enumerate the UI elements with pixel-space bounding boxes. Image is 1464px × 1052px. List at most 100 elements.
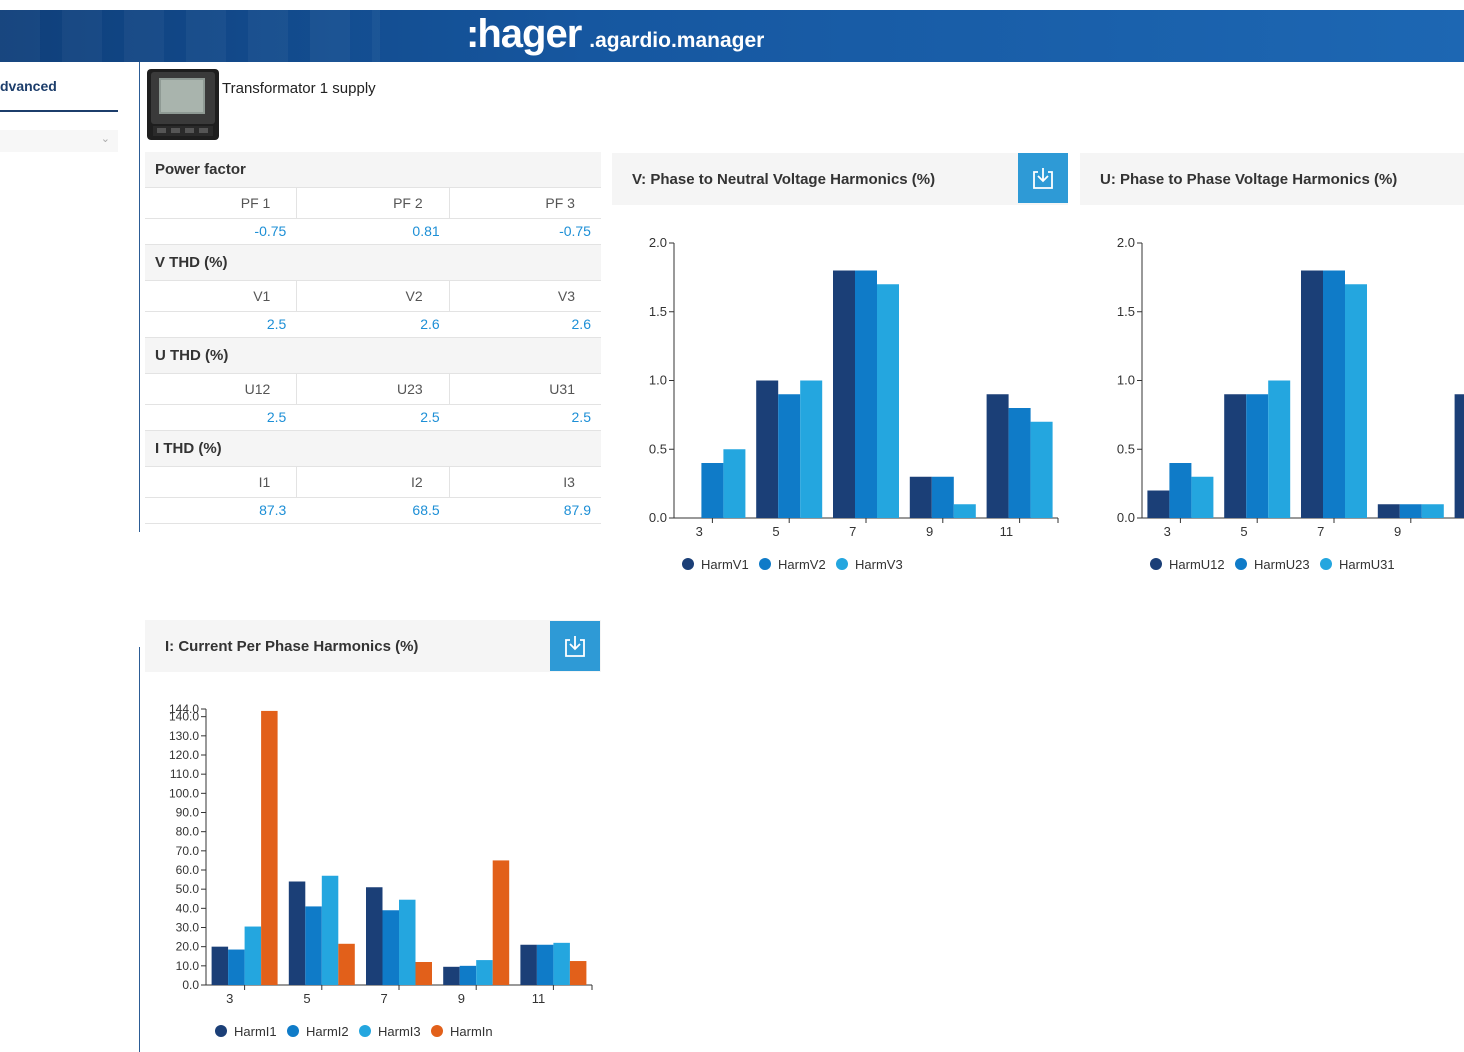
chart-i-current: 0.0 10.0 20.0 30.0 40.0 50.0 60.0 70.0 80.0 90.0 1… bbox=[169, 702, 593, 1039]
measurement-value-cell: 2.5 bbox=[571, 409, 591, 425]
y-tick-label: 20.0 bbox=[176, 940, 200, 954]
bar-harmv3 bbox=[723, 449, 746, 518]
x-tick-label: 9 bbox=[926, 524, 933, 539]
legend-label: HarmV3 bbox=[855, 557, 903, 572]
download-v-button[interactable] bbox=[1018, 153, 1068, 203]
measurement-section-title: Power factor bbox=[145, 152, 601, 187]
x-tick-label: 5 bbox=[1240, 524, 1247, 539]
x-tick-label: 3 bbox=[1164, 524, 1171, 539]
chart-v-title: V: Phase to Neutral Voltage Harmonics (%… bbox=[632, 171, 936, 188]
bar-harmi2 bbox=[536, 944, 554, 985]
bar-harmin bbox=[261, 710, 278, 985]
sidebar-tab-advanced[interactable]: dvanced bbox=[0, 78, 57, 94]
y-tick-label: 0.5 bbox=[1117, 441, 1135, 456]
bar-harmu23 bbox=[1323, 270, 1345, 518]
measurement-value-row: -0.75 0.81 -0.75 bbox=[145, 219, 601, 245]
bar-harmi1 bbox=[211, 946, 229, 985]
bar-harmi2 bbox=[382, 910, 399, 985]
y-tick-label: 80.0 bbox=[176, 825, 200, 839]
measurement-section-title: U THD (%) bbox=[145, 338, 601, 373]
logo-name: hager bbox=[477, 12, 582, 56]
y-tick-label: 1.0 bbox=[1117, 373, 1135, 388]
legend-label: HarmI2 bbox=[306, 1024, 349, 1039]
measurement-value-cell: 87.9 bbox=[563, 502, 591, 518]
chart-v-header: V: Phase to Neutral Voltage Harmonics (%… bbox=[612, 153, 1068, 205]
measurement-header-cell: PF 3 bbox=[448, 188, 601, 218]
bar-harmu12 bbox=[1454, 394, 1464, 518]
chart-i-header: I: Current Per Phase Harmonics (%) bbox=[145, 620, 601, 672]
chart-v-phase-neutral: 0.0 0.5 1.0 1.5 2.0 3 5 7 9 11 HarmV1 HarmV2 HarmV3 bbox=[649, 235, 1059, 572]
bar-harmv3 bbox=[1030, 421, 1053, 518]
measurement-section-title: V THD (%) bbox=[145, 245, 601, 280]
y-tick-label: 0.0 bbox=[1117, 510, 1135, 525]
y-tick-label: 0.0 bbox=[182, 978, 199, 992]
bar-harmv1 bbox=[986, 394, 1009, 518]
bar-harmu31 bbox=[1268, 380, 1291, 518]
x-tick-label: 11 bbox=[1000, 524, 1014, 539]
legend-marker bbox=[682, 558, 694, 570]
bar-harmu12 bbox=[1377, 504, 1400, 518]
y-tick-label: 1.0 bbox=[649, 373, 667, 388]
y-tick-label: 144.0 bbox=[169, 702, 199, 716]
measurement-value-cell: -0.75 bbox=[254, 223, 287, 239]
bar-harmi1 bbox=[443, 966, 460, 985]
y-tick-label: 0.0 bbox=[649, 510, 667, 525]
legend-label: HarmI3 bbox=[378, 1024, 421, 1039]
bar-harmin bbox=[492, 860, 510, 985]
y-tick-label: 70.0 bbox=[176, 844, 200, 858]
bar-harmi2 bbox=[228, 949, 245, 985]
x-tick-label: 9 bbox=[458, 991, 465, 1006]
measurement-value-cell: 2.6 bbox=[571, 316, 591, 332]
bar-harmv2 bbox=[778, 394, 801, 518]
legend-label: HarmV2 bbox=[778, 557, 826, 572]
measurement-header-cell: U12 bbox=[244, 381, 271, 397]
bar-harmv1 bbox=[833, 270, 855, 518]
bar-harmv2 bbox=[1008, 408, 1031, 518]
measurement-header-cell: U31 bbox=[448, 374, 601, 404]
measurement-value-cell: 87.3 bbox=[259, 502, 287, 518]
top-header-bar: : hager .agardio.manager bbox=[0, 0, 1464, 62]
measurements-table: Power factor PF 1 PF 2 PF 3 -0.75 0.81 -0.75 V … bbox=[145, 152, 601, 524]
bar-harmu23 bbox=[1169, 463, 1192, 518]
bar-harmi1 bbox=[366, 887, 383, 985]
legend-marker bbox=[1320, 558, 1332, 570]
y-tick-label: 110.0 bbox=[170, 767, 199, 781]
download-icon bbox=[565, 636, 585, 657]
bar-harmv2 bbox=[855, 270, 877, 518]
measurement-header-row: U12 U23 U31 bbox=[145, 373, 601, 405]
measurement-value-cell: 2.5 bbox=[266, 409, 287, 425]
sidebar-select[interactable]: ⌄ bbox=[0, 130, 118, 152]
logo-product: .agardio.manager bbox=[589, 29, 765, 52]
x-tick-label: 9 bbox=[1394, 524, 1401, 539]
legend-marker bbox=[215, 1025, 227, 1037]
download-icon bbox=[1033, 168, 1053, 189]
sidebar: dvanced ⌄ bbox=[0, 62, 143, 1052]
bar-harmv2 bbox=[701, 463, 724, 518]
device-name: Transformator 1 supply bbox=[222, 80, 376, 97]
measurement-header-row: V1 V2 V3 bbox=[145, 280, 601, 312]
measurement-header-cell: PF 1 bbox=[240, 195, 271, 211]
x-tick-label: 3 bbox=[226, 991, 233, 1006]
measurement-value-row: 87.3 68.5 87.9 bbox=[145, 498, 601, 524]
legend-marker bbox=[1235, 558, 1247, 570]
bar-harmi3 bbox=[244, 926, 262, 985]
download-i-button[interactable] bbox=[550, 621, 600, 671]
chart-u-title: U: Phase to Phase Voltage Harmonics (%) bbox=[1100, 171, 1398, 188]
sidebar-border-gap bbox=[137, 532, 143, 647]
x-tick-label: 5 bbox=[772, 524, 779, 539]
legend-marker bbox=[359, 1025, 371, 1037]
chart-u-header: U: Phase to Phase Voltage Harmonics (%) bbox=[1080, 153, 1464, 205]
measurement-value-cell: -0.75 bbox=[559, 223, 591, 239]
active-tab-underline bbox=[0, 110, 118, 112]
bar-harmin bbox=[569, 961, 587, 985]
y-tick-label: 120.0 bbox=[169, 748, 199, 762]
header-decoration bbox=[0, 10, 380, 62]
y-tick-label: 1.5 bbox=[649, 304, 667, 319]
chevron-down-icon: ⌄ bbox=[100, 133, 110, 145]
bar-harmi3 bbox=[321, 875, 339, 985]
x-tick-label: 7 bbox=[381, 991, 388, 1006]
legend-label: HarmIn bbox=[450, 1024, 493, 1039]
bar-harmi1 bbox=[520, 944, 537, 985]
bar-harmv3 bbox=[877, 284, 899, 518]
bar-harmi3 bbox=[476, 960, 493, 985]
